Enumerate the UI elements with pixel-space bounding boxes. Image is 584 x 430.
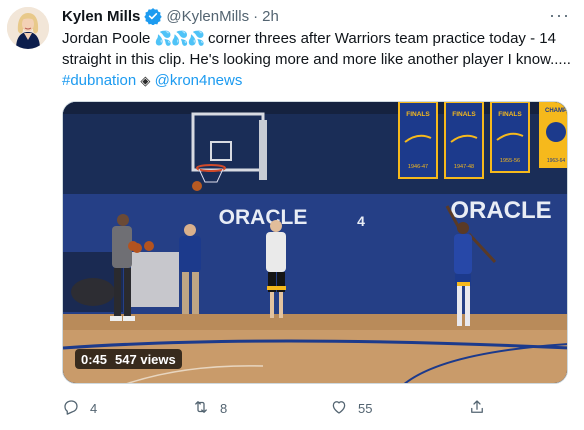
avatar[interactable] [7,7,49,49]
reply-button[interactable]: 4 [62,396,97,420]
banner-label-3: FINALS [498,111,522,118]
video-player[interactable]: FINALS 1946-47 FINALS 1947-48 FINALS 195… [62,101,568,384]
tweet-header: Kylen Mills @KylenMills · 2h [62,5,544,27]
retweet-icon [192,398,210,419]
retweet-count: 8 [220,400,228,416]
heart-icon [330,398,348,419]
tweet-timestamp[interactable]: 2h [262,8,279,25]
tweet-card[interactable]: Kylen Mills @KylenMills · 2h ··· Jordan … [0,0,584,430]
banner-label-2: FINALS [452,111,476,118]
end-banner-label: CHAMP [545,108,567,114]
more-options-button[interactable]: ··· [549,6,570,24]
championship-banner-1: FINALS 1946-47 [398,102,438,179]
tweet-text: Jordan Poole 💦💦💦 corner threes after War… [62,28,572,91]
retweet-button[interactable]: 8 [192,396,227,420]
like-count: 55 [358,400,373,416]
warriors-emoji: ◈ [140,73,151,88]
header-separator: · [253,7,259,25]
sweat-drops-emoji: 💦💦💦 [154,30,205,46]
tweet-actions: 4 8 55 [62,396,532,420]
reply-icon [62,398,80,419]
banner-year-3: 1955-56 [500,158,520,164]
tweet-text-start: Jordan Poole [62,30,151,47]
video-views: 547 views [115,351,176,367]
championship-banner-2: FINALS 1947-48 [444,102,484,179]
video-info-badge: 0:45 547 views [75,349,182,369]
mention-link[interactable]: @kron4news [155,72,243,89]
hashtag-link[interactable]: #dubnation [62,72,136,89]
banner-label-1: FINALS [406,111,430,118]
verified-badge-icon [144,7,163,26]
video-duration: 0:45 [81,351,108,367]
wall-number: 4 [357,213,365,229]
oracle-sign-left: ORACLE [219,206,308,229]
video-frame: FINALS 1946-47 FINALS 1947-48 FINALS 195… [63,102,567,383]
like-button[interactable]: 55 [330,396,372,420]
author-handle[interactable]: @KylenMills [166,8,249,25]
share-button[interactable] [468,396,486,420]
championship-banner-4: CHAMP 1963-64 [539,102,567,168]
banner-year-1: 1946-47 [408,164,428,170]
reply-count: 4 [90,400,98,416]
share-icon [468,398,486,419]
oracle-sign-right: ORACLE [450,197,551,224]
author-name[interactable]: Kylen Mills [62,8,140,25]
end-banner-year: 1963-64 [547,158,566,164]
championship-banner-3: FINALS 1955-56 [490,102,530,173]
banner-year-2: 1947-48 [454,164,474,170]
